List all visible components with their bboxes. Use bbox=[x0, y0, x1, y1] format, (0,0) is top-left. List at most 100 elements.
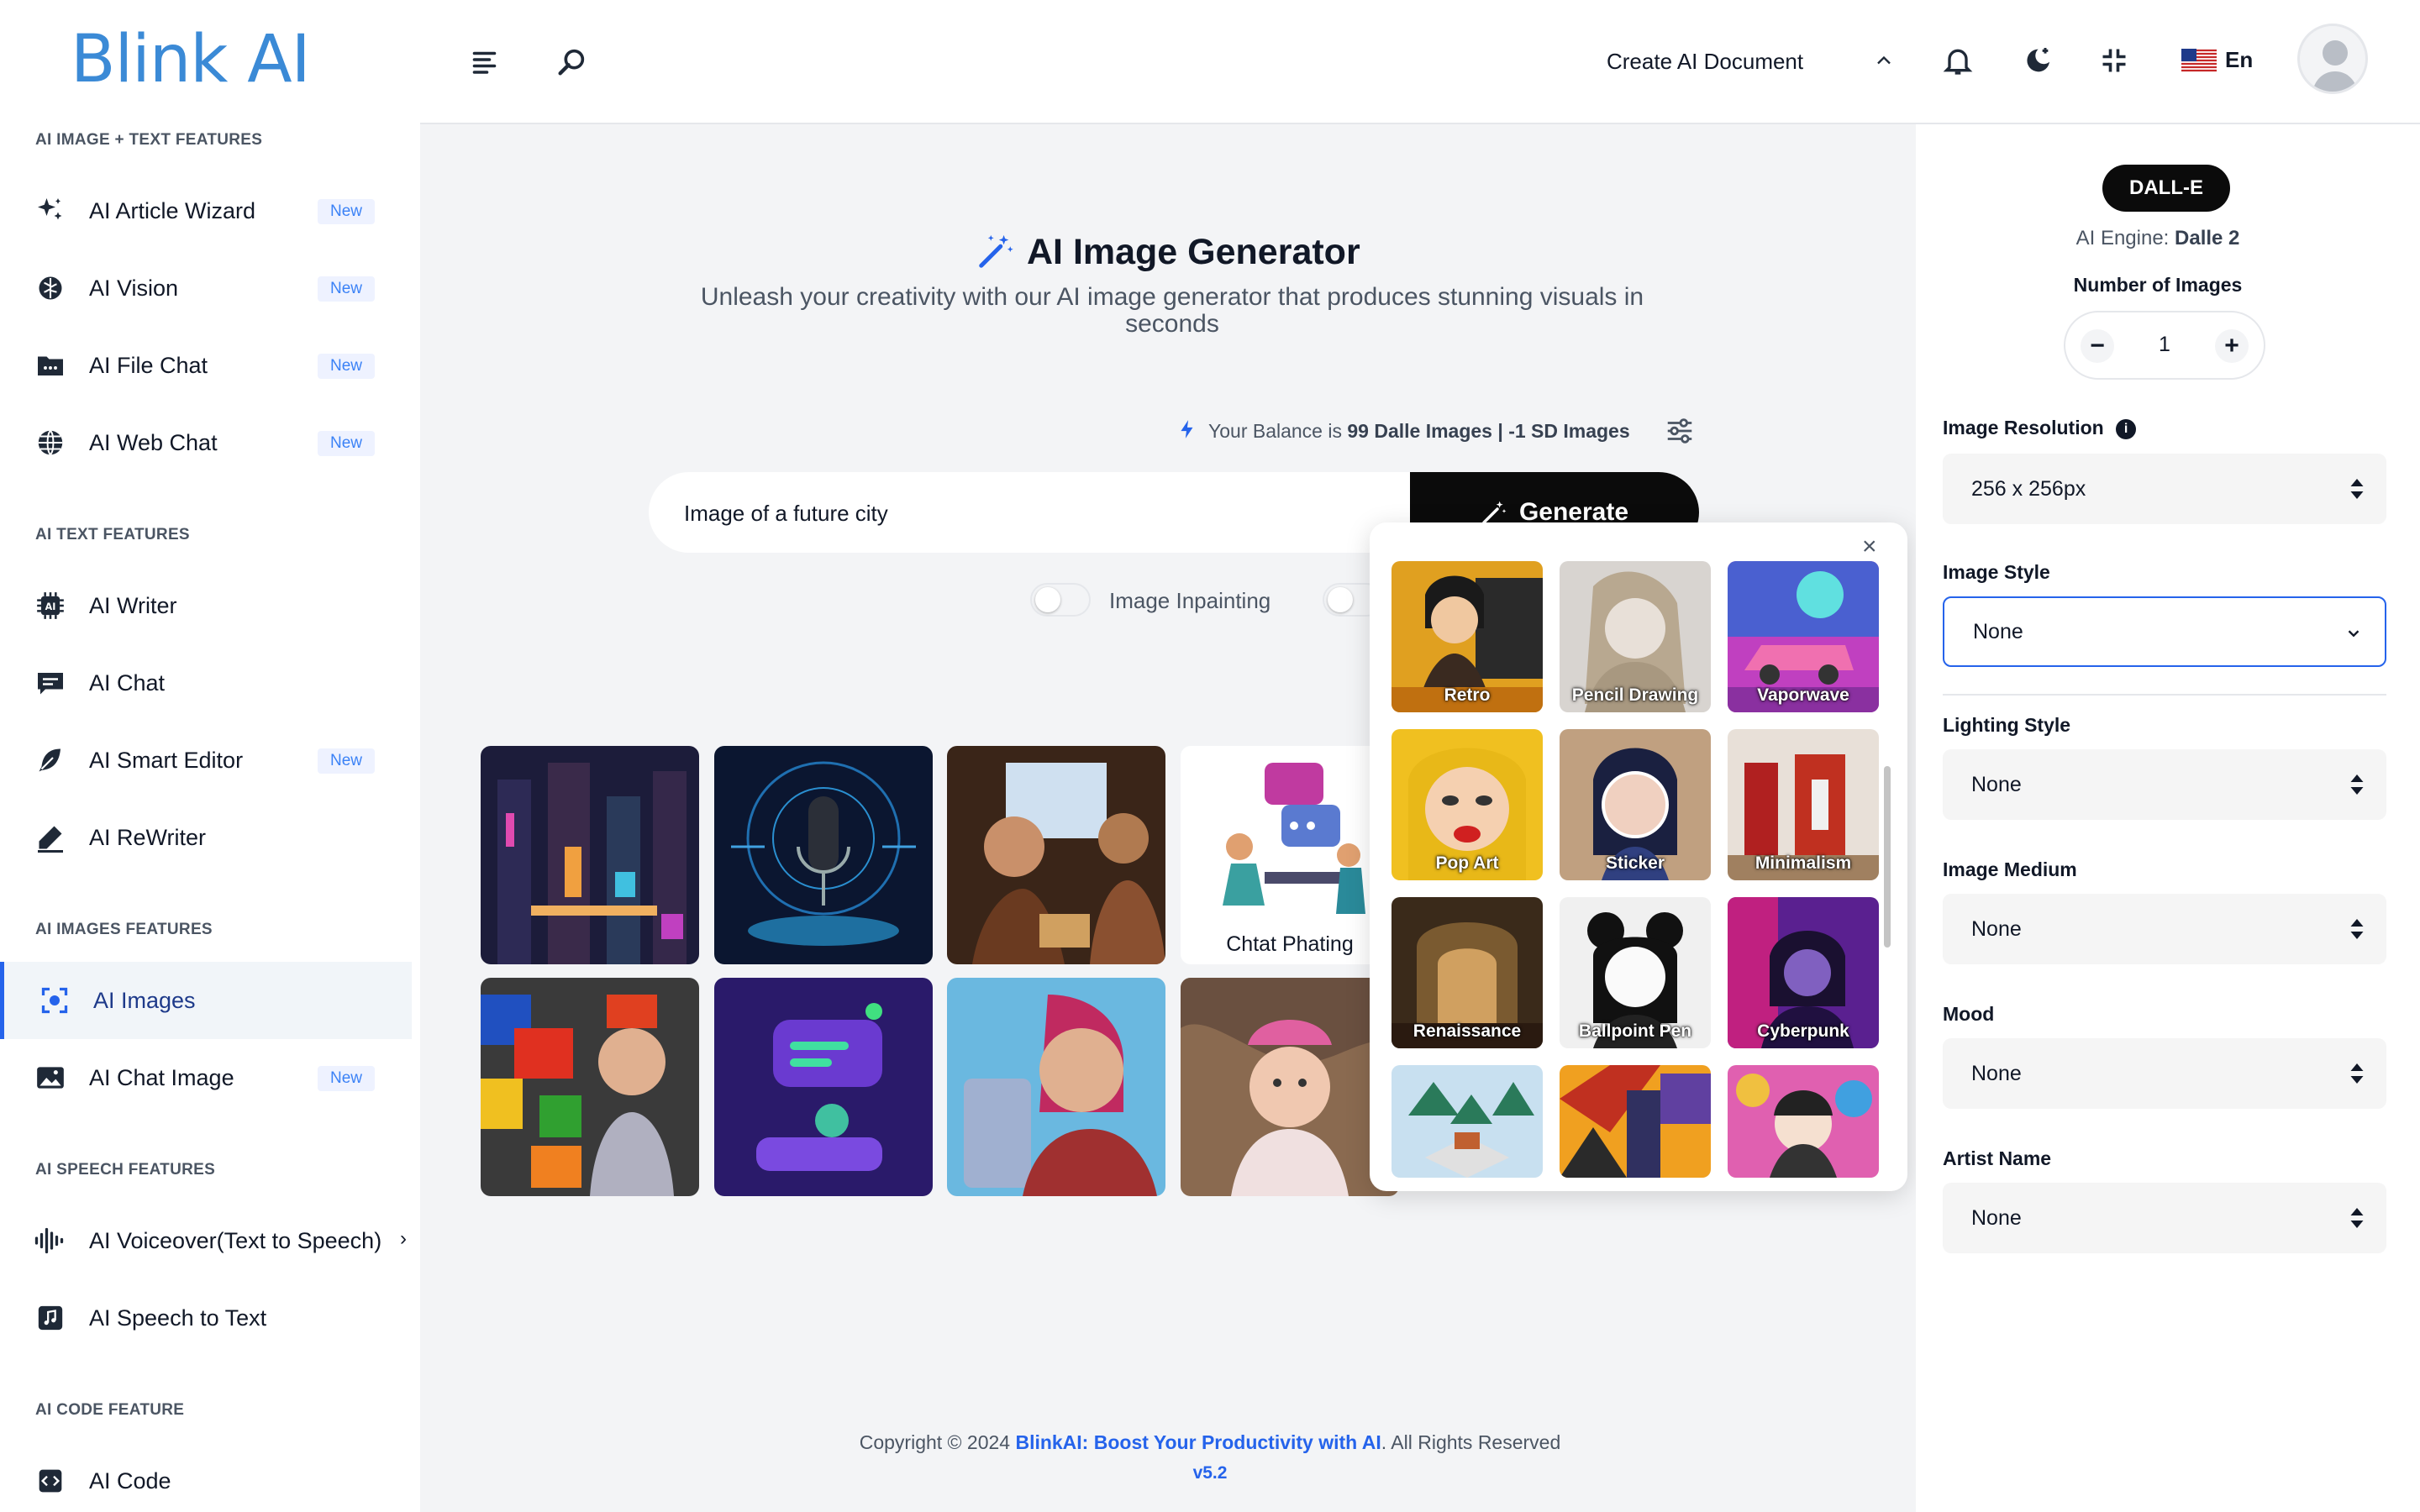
sidebar-item-code[interactable]: AI Code bbox=[0, 1442, 412, 1512]
num-images-stepper: − 1 + bbox=[2064, 311, 2265, 380]
sidebar-item-label: AI Speech to Text bbox=[89, 1305, 267, 1331]
gallery-image-future-city[interactable] bbox=[481, 746, 699, 964]
create-document-button[interactable]: Create AI Document bbox=[1607, 49, 1803, 75]
style-option-renaissance[interactable]: Renaissance bbox=[1392, 897, 1543, 1048]
sidebar-item-chat[interactable]: AI Chat bbox=[0, 644, 412, 722]
sidebar-item-chat-image[interactable]: AI Chat Image New bbox=[0, 1039, 412, 1116]
style-option-anime-collage[interactable] bbox=[1728, 1065, 1879, 1178]
sidebar-item-vision[interactable]: AI Vision New bbox=[0, 249, 412, 327]
style-option-ballpoint-pen[interactable]: Ballpoint Pen bbox=[1560, 897, 1711, 1048]
increment-button[interactable]: + bbox=[2215, 329, 2249, 363]
music-icon bbox=[34, 1301, 67, 1335]
info-icon[interactable]: i bbox=[2116, 418, 2137, 439]
engine-info: AI Engine: Dalle 2 bbox=[1916, 227, 2400, 250]
select-value: None bbox=[1973, 619, 2023, 643]
chip-icon: AI bbox=[34, 589, 67, 622]
select-value: None bbox=[1971, 1061, 2022, 1085]
new-badge: New bbox=[318, 748, 375, 774]
style-option-cyberpunk[interactable]: Cyberpunk bbox=[1728, 897, 1879, 1048]
style-option-vaporwave[interactable]: Vaporwave bbox=[1728, 561, 1879, 712]
us-flag-icon[interactable] bbox=[2181, 49, 2217, 76]
top-header: Create AI Document En bbox=[420, 0, 2420, 124]
footer-suffix: . All Rights Reserved bbox=[1381, 1431, 1561, 1453]
gallery-image-man-colors[interactable] bbox=[481, 978, 699, 1196]
settings-sliders-icon[interactable] bbox=[1664, 415, 1696, 451]
style-option-retro[interactable]: Retro bbox=[1392, 561, 1543, 712]
dark-mode-icon[interactable] bbox=[2020, 44, 2054, 81]
sidebar-item-label: AI Chat Image bbox=[89, 1064, 234, 1090]
user-avatar-icon bbox=[2312, 40, 2358, 92]
popover-scrollbar[interactable] bbox=[1884, 766, 1891, 948]
engine-name: Dalle 2 bbox=[2175, 227, 2240, 249]
search-icon[interactable] bbox=[555, 45, 588, 83]
menu-toggle-icon[interactable] bbox=[471, 47, 501, 81]
style-option-pop-art[interactable]: Pop Art bbox=[1392, 729, 1543, 880]
footer-brand-link[interactable]: BlinkAI: Boost Your Productivity with AI bbox=[1015, 1431, 1381, 1453]
sidebar-item-web-chat[interactable]: AI Web Chat New bbox=[0, 404, 412, 481]
sidebar-item-label: AI Vision bbox=[89, 275, 179, 301]
balance-prefix: Your Balance is bbox=[1208, 420, 1342, 442]
sidebar-item-article-wizard[interactable]: AI Article Wizard New bbox=[0, 172, 412, 249]
medium-label: Image Medium bbox=[1943, 858, 2077, 880]
new-badge: New bbox=[318, 431, 375, 456]
settings-panel: DALL-E AI Engine: Dalle 2 Number of Imag… bbox=[1916, 124, 2420, 1512]
section-title: AI TEXT FEATURES bbox=[35, 526, 190, 543]
balance-text: Your Balance is 99 Dalle Images | -1 SD … bbox=[1208, 420, 1630, 443]
medium-select[interactable]: None bbox=[1943, 894, 2386, 964]
sidebar-item-speech-to-text[interactable]: AI Speech to Text bbox=[0, 1279, 412, 1357]
engine-badge[interactable]: DALL-E bbox=[2102, 165, 2230, 212]
select-value: None bbox=[1971, 916, 2022, 941]
chevron-down-icon bbox=[2348, 630, 2360, 638]
gallery-image-chat-phating[interactable]: Chtat Phating bbox=[1181, 746, 1399, 964]
lighting-label: Lighting Style bbox=[1943, 714, 2071, 736]
section-title: AI CODE FEATURE bbox=[35, 1401, 185, 1419]
avatar[interactable] bbox=[2297, 24, 2368, 94]
gallery-image-people-talking[interactable] bbox=[947, 746, 1165, 964]
style-label: Minimalism bbox=[1754, 853, 1852, 873]
style-label: Retro bbox=[1444, 685, 1491, 705]
sidebar-item-label: AI Web Chat bbox=[89, 429, 218, 455]
fullscreen-exit-icon[interactable] bbox=[2099, 45, 2129, 80]
sidebar-item-images[interactable]: AI Images bbox=[0, 962, 412, 1039]
new-badge: New bbox=[318, 1066, 375, 1091]
style-option-minimalism[interactable]: Minimalism bbox=[1728, 729, 1879, 880]
style-option-abstract[interactable] bbox=[1560, 1065, 1711, 1178]
gallery-image-girl-phone[interactable] bbox=[947, 978, 1165, 1196]
sidebar-item-voiceover[interactable]: AI Voiceover(Text to Speech) › bbox=[0, 1202, 412, 1279]
sidebar-item-smart-editor[interactable]: AI Smart Editor New bbox=[0, 722, 412, 799]
label-text: Image Resolution bbox=[1943, 417, 2104, 438]
image-style-select[interactable]: None bbox=[1943, 596, 2386, 667]
gallery-image-chat-illustration[interactable] bbox=[714, 978, 933, 1196]
gallery-image-baby[interactable] bbox=[1181, 978, 1399, 1196]
chevron-up-icon[interactable] bbox=[1872, 49, 1896, 76]
inpainting-toggle[interactable] bbox=[1030, 583, 1091, 617]
sort-arrows-icon bbox=[2350, 479, 2364, 499]
style-option-isometric[interactable] bbox=[1392, 1065, 1543, 1178]
brand-logo[interactable]: Blink AI bbox=[71, 22, 311, 97]
new-badge: New bbox=[318, 276, 375, 302]
gallery-image-microphone[interactable] bbox=[714, 746, 933, 964]
style-option-sticker[interactable]: Sticker bbox=[1560, 729, 1711, 880]
sparkles-icon bbox=[34, 194, 67, 228]
style-label: Ballpoint Pen bbox=[1578, 1021, 1692, 1041]
style-option-pencil-drawing[interactable]: Pencil Drawing bbox=[1560, 561, 1711, 712]
lighting-select[interactable]: None bbox=[1943, 749, 2386, 820]
select-value: None bbox=[1971, 1205, 2022, 1230]
mood-select[interactable]: None bbox=[1943, 1038, 2386, 1109]
sidebar-item-file-chat[interactable]: AI File Chat New bbox=[0, 327, 412, 404]
artist-select[interactable]: None bbox=[1943, 1183, 2386, 1253]
sort-arrows-icon bbox=[2350, 1208, 2364, 1228]
sidebar-item-rewriter[interactable]: AI ReWriter bbox=[0, 799, 412, 876]
style-label: Sticker bbox=[1605, 853, 1665, 873]
sidebar-item-writer[interactable]: AI AI Writer bbox=[0, 567, 412, 644]
style-label: Cyberpunk bbox=[1757, 1021, 1849, 1041]
style-label: Image Style bbox=[1943, 561, 2050, 583]
divider bbox=[1943, 694, 2386, 696]
resolution-select[interactable]: 256 x 256px bbox=[1943, 454, 2386, 524]
language-selector[interactable]: En bbox=[2225, 47, 2253, 73]
close-icon[interactable]: × bbox=[1862, 534, 1877, 559]
bell-icon[interactable] bbox=[1941, 44, 1975, 81]
code-icon bbox=[34, 1464, 67, 1498]
style-label: Renaissance bbox=[1413, 1021, 1522, 1041]
prompt-input[interactable]: Image of a future city bbox=[684, 501, 888, 527]
